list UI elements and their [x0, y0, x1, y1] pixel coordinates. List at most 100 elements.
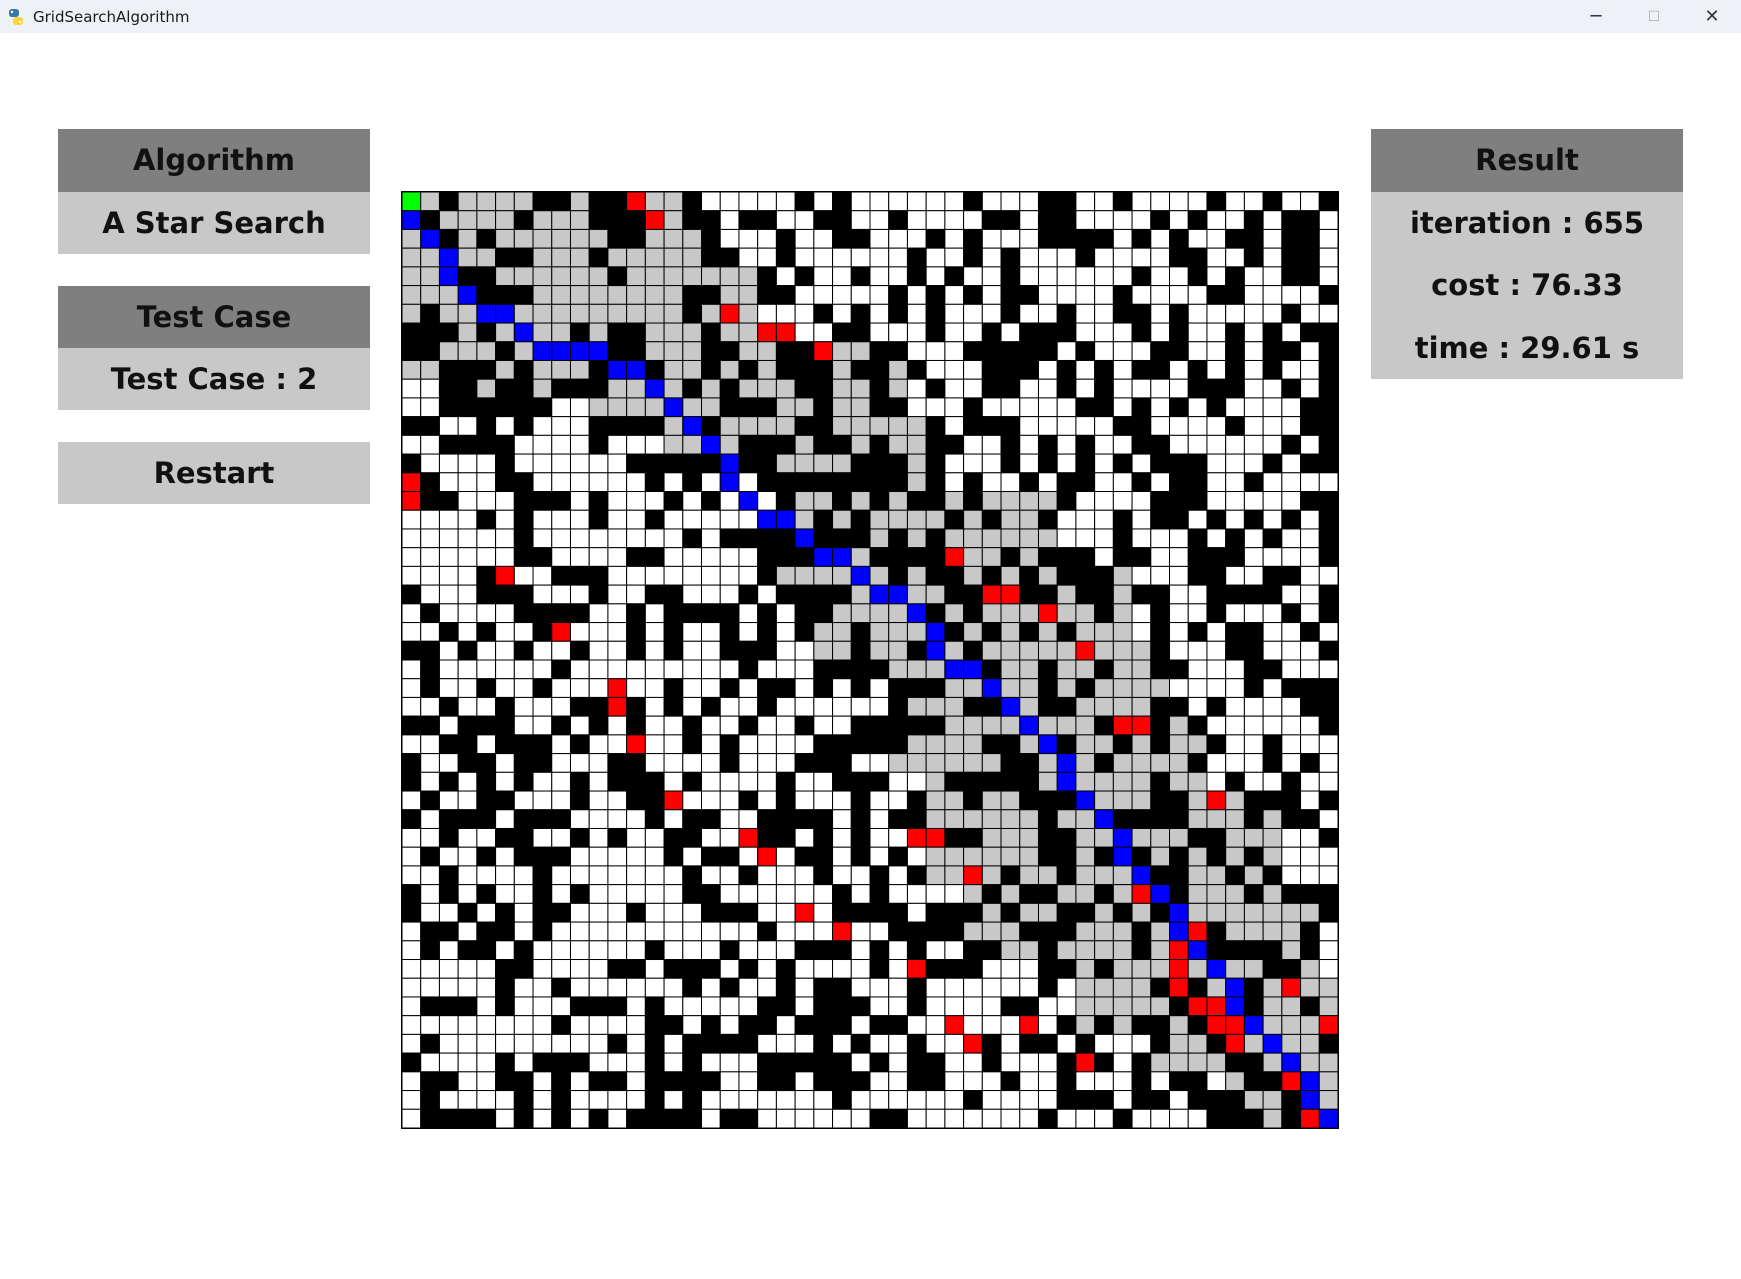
grid-cell-free [888, 865, 908, 886]
grid-cell-visited [1243, 827, 1264, 848]
grid-cell-free [569, 509, 590, 530]
grid-cell-free [701, 472, 721, 493]
grid-cell-free [569, 902, 590, 923]
grid-cell-free [738, 1052, 759, 1073]
grid-cell-free [1000, 959, 1021, 979]
grid-cell-visited [1243, 1090, 1264, 1110]
grid-cell-free [682, 940, 703, 961]
minimize-button[interactable]: ─ [1567, 0, 1625, 33]
grid-cell-wall [981, 509, 1002, 530]
close-button[interactable]: ✕ [1683, 0, 1741, 33]
grid-cell-free [1094, 192, 1114, 212]
grid-cell-visited [1037, 865, 1058, 886]
grid-cell-free [701, 528, 721, 549]
grid-cell-free [813, 921, 834, 942]
grid-cell-free [1281, 547, 1302, 567]
grid-cell-visited [1131, 996, 1152, 1017]
grid-cell-wall [532, 547, 553, 567]
grid-cell-path [925, 640, 946, 661]
grid-cell-free [1262, 622, 1283, 642]
algorithm-selector[interactable]: A Star Search [58, 192, 370, 254]
grid-cell-wall [944, 827, 965, 848]
restart-button[interactable]: Restart [58, 442, 370, 504]
grid-cell-wall [663, 453, 684, 474]
grid-cell-free [1243, 696, 1264, 717]
grid-cell-wall [1037, 959, 1058, 979]
grid-cell-visited [1318, 1052, 1338, 1073]
grid-cell-free [981, 453, 1002, 474]
grid-cell-wall [1056, 547, 1077, 567]
grid-cell-wall [775, 827, 796, 848]
grid-cell-wall [1056, 959, 1077, 979]
grid-cell-wall [663, 1071, 684, 1092]
grid-cell-wall [1300, 753, 1320, 773]
grid-cell-visited [626, 303, 646, 324]
grid-cell-path [701, 434, 721, 455]
grid-cell-visited [607, 285, 628, 305]
grid-cell-wall [1112, 192, 1133, 212]
grid-cell-free [850, 192, 871, 212]
grid-cell-free [1262, 397, 1283, 418]
grid-cell-wall [513, 1071, 534, 1092]
grid-cell-free [775, 303, 796, 324]
grid-cell-frontier [981, 584, 1002, 605]
grid-cell-wall [495, 734, 515, 755]
grid-cell-free [1094, 472, 1114, 493]
search-grid[interactable] [401, 191, 1339, 1129]
grid-cell-free [701, 921, 721, 942]
grid-cell-path [888, 584, 908, 605]
grid-cell-free [588, 622, 609, 642]
grid-cell-wall [1056, 210, 1077, 230]
grid-cell-wall [963, 940, 983, 961]
grid-cell-free [569, 940, 590, 961]
grid-cell-wall [532, 192, 553, 212]
grid-cell-free [701, 977, 721, 998]
grid-cell-free [981, 1071, 1002, 1092]
grid-cell-wall [1318, 453, 1338, 474]
grid-cell-wall [1281, 603, 1302, 624]
grid-cell-wall [682, 977, 703, 998]
grid-cell-free [1112, 1090, 1133, 1110]
grid-cell-free [701, 1108, 721, 1128]
grid-cell-free [1112, 472, 1133, 493]
grid-cell-visited [1075, 865, 1096, 886]
grid-cell-path [1112, 827, 1133, 848]
grid-cell-wall [719, 977, 740, 998]
grid-cell-wall [719, 397, 740, 418]
grid-cell-visited [1262, 977, 1283, 998]
grid-cell-wall [1150, 1033, 1171, 1054]
grid-cell-visited [532, 303, 553, 324]
grid-cell-wall [1150, 865, 1171, 886]
grid-cell-free [513, 434, 534, 455]
grid-cell-wall [1112, 303, 1133, 324]
grid-cell-wall [1206, 584, 1227, 605]
grid-cell-visited [1019, 659, 1039, 680]
grid-cell-free [906, 846, 927, 867]
grid-cell-wall [888, 341, 908, 361]
grid-cell-wall [869, 378, 890, 399]
grid-cell-free [402, 846, 422, 867]
grid-cell-wall [420, 715, 440, 736]
grid-cell-visited [1056, 584, 1077, 605]
grid-cell-free [1300, 640, 1320, 661]
grid-cell-wall [1318, 1033, 1338, 1054]
grid-cell-visited [1019, 509, 1039, 530]
grid-cell-wall [588, 584, 609, 605]
grid-cell-free [888, 1052, 908, 1073]
maximize-button[interactable]: ☐ [1625, 0, 1683, 33]
grid-cell-free [644, 565, 665, 586]
grid-cell-visited [719, 434, 740, 455]
grid-cell-free [588, 902, 609, 923]
grid-cell-wall [832, 771, 852, 792]
grid-cell-frontier [813, 341, 834, 361]
grid-cell-visited [981, 790, 1002, 811]
grid-cell-wall [757, 472, 777, 493]
grid-cell-free [1300, 434, 1320, 455]
grid-cell-wall [775, 228, 796, 249]
test-case-selector[interactable]: Test Case : 2 [58, 348, 370, 410]
grid-cell-wall [794, 1052, 815, 1073]
grid-cell-wall [1206, 921, 1227, 942]
grid-cell-free [1187, 341, 1208, 361]
grid-cell-wall [476, 622, 497, 642]
grid-cell-wall [1037, 940, 1058, 961]
